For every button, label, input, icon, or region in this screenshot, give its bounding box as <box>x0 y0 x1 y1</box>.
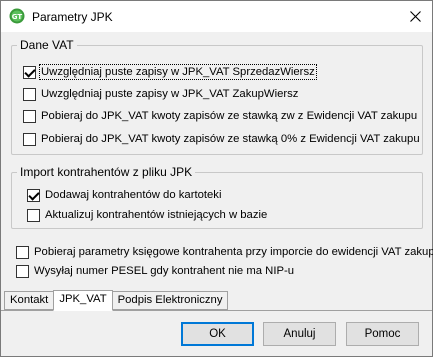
option-label: Pobieraj do JPK_VAT kwoty zapisów ze sta… <box>41 133 420 145</box>
option-pesel[interactable]: Wysyłaj numer PESEL gdy kontrahent nie m… <box>16 263 294 279</box>
checkbox[interactable] <box>16 245 29 259</box>
option-label: Dodawaj kontrahentów do kartoteki <box>45 189 222 201</box>
checkbox[interactable] <box>23 87 36 101</box>
option-stawka-0[interactable]: Pobieraj do JPK_VAT kwoty zapisów ze sta… <box>23 131 420 147</box>
dialog-window: GT Parametry JPK Dane VAT Uwzględniaj pu… <box>0 0 433 357</box>
option-label: Uwzględniaj puste zapisy w JPK_VAT Zakup… <box>41 88 299 100</box>
help-button[interactable]: Pomoc <box>346 322 419 346</box>
option-aktualizuj-kontrahentow[interactable]: Aktualizuj kontrahentów istniejących w b… <box>27 207 267 223</box>
option-dodawaj-kontrahentow[interactable]: Dodawaj kontrahentów do kartoteki <box>27 187 221 203</box>
tab-jpk-vat[interactable]: JPK_VAT <box>53 290 113 311</box>
option-label: Wysyłaj numer PESEL gdy kontrahent nie m… <box>34 265 295 277</box>
group-dane-vat-legend: Dane VAT <box>17 38 77 52</box>
checkbox[interactable] <box>23 109 36 123</box>
title-bar: GT Parametry JPK <box>1 1 432 32</box>
close-icon <box>409 11 421 22</box>
jpk-app-icon: GT <box>9 8 25 24</box>
window-title: Parametry JPK <box>32 10 113 24</box>
option-label: Uwzględniaj puste zapisy w JPK_VAT Sprze… <box>39 64 317 80</box>
tab-strip: Kontakt JPK_VAT Podpis Elektroniczny <box>4 290 229 311</box>
group-import-legend: Import kontrahentów z pliku JPK <box>17 165 196 179</box>
checkbox[interactable] <box>27 208 40 222</box>
checkbox[interactable] <box>16 264 29 278</box>
tab-kontakt[interactable]: Kontakt <box>4 291 55 310</box>
group-dane-vat: Dane VAT Uwzględniaj puste zapisy w JPK_… <box>11 38 423 155</box>
ok-button[interactable]: OK <box>181 322 254 346</box>
checkbox[interactable] <box>27 188 40 202</box>
option-parametry-ksiegowe[interactable]: Pobieraj parametry księgowe kontrahenta … <box>16 244 433 260</box>
option-puste-sprzedaz[interactable]: Uwzględniaj puste zapisy w JPK_VAT Sprze… <box>23 64 317 80</box>
option-stawka-zw[interactable]: Pobieraj do JPK_VAT kwoty zapisów ze sta… <box>23 108 417 124</box>
group-import: Import kontrahentów z pliku JPK Dodawaj … <box>11 165 423 229</box>
cancel-button[interactable]: Anuluj <box>263 322 336 346</box>
option-label: Aktualizuj kontrahentów istniejących w b… <box>45 209 268 221</box>
svg-text:GT: GT <box>12 13 23 21</box>
checkbox[interactable] <box>23 132 36 146</box>
option-label: Pobieraj parametry księgowe kontrahenta … <box>34 246 433 258</box>
close-button[interactable] <box>398 2 432 31</box>
option-label: Pobieraj do JPK_VAT kwoty zapisów ze sta… <box>41 110 418 122</box>
option-puste-zakup[interactable]: Uwzględniaj puste zapisy w JPK_VAT Zakup… <box>23 86 298 102</box>
tab-podpis-elektroniczny[interactable]: Podpis Elektroniczny <box>111 291 229 310</box>
checkbox[interactable] <box>23 65 36 79</box>
